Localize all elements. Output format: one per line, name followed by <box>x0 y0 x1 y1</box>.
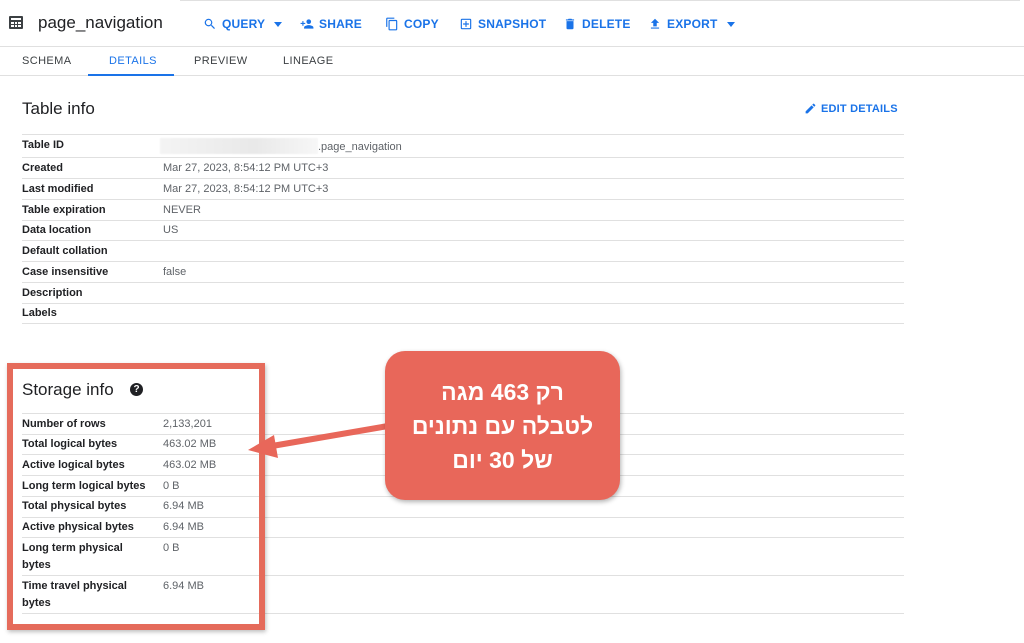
callout-line: של 30 יום <box>452 446 553 473</box>
annotation-arrow <box>248 423 391 458</box>
callout-line: לטבלה עם נתונים <box>411 412 594 439</box>
annotation-callout: רק 463 מגה לטבלה עם נתונים של 30 יום <box>385 351 620 500</box>
callout-line: רק 463 מגה <box>441 378 564 405</box>
